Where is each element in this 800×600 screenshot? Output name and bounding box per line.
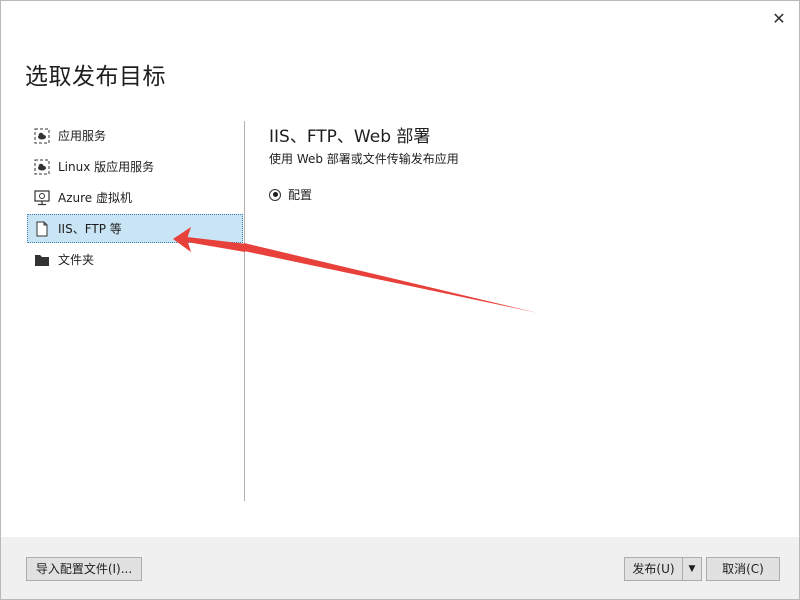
sidebar-item-azure-vm[interactable]: Azure 虚拟机 — [27, 183, 243, 212]
panel-title: IIS、FTP、Web 部署 — [269, 127, 431, 147]
config-radio-option[interactable]: 配置 — [269, 186, 459, 203]
chevron-down-icon[interactable]: ▼ — [683, 558, 701, 580]
app-service-linux-icon — [34, 159, 50, 175]
close-icon: ✕ — [772, 9, 786, 28]
radio-selected-icon[interactable] — [269, 188, 281, 201]
sidebar-item-label: 应用服务 — [58, 129, 107, 143]
publish-button[interactable]: 发布(U) — [625, 558, 683, 580]
publish-split-button[interactable]: 发布(U) ▼ — [624, 557, 702, 581]
sidebar-item-label: Azure 虚拟机 — [58, 191, 132, 205]
details-panel: IIS、FTP、Web 部署 使用 Web 部署或文件传输发布应用 配置 — [269, 122, 459, 203]
panel-divider — [244, 121, 245, 501]
close-button[interactable]: ✕ — [769, 9, 789, 29]
publish-dialog: ✕ 选取发布目标 应用服务 Linux 版应用服务 Azure 虚拟机 IIS、… — [0, 0, 800, 600]
sidebar-item-label: 文件夹 — [58, 253, 95, 267]
config-radio-label: 配置 — [288, 188, 313, 202]
cancel-button[interactable]: 取消(C) — [706, 557, 780, 581]
app-service-icon — [34, 128, 50, 144]
folder-icon — [34, 252, 50, 268]
vm-icon — [34, 189, 50, 206]
sidebar-item-folder[interactable]: 文件夹 — [27, 245, 243, 274]
dialog-title: 选取发布目标 — [25, 64, 166, 90]
sidebar-item-label: IIS、FTP 等 — [58, 222, 122, 236]
dialog-footer: 导入配置文件(I)... 发布(U) ▼ 取消(C) — [1, 537, 799, 599]
panel-subtitle: 使用 Web 部署或文件传输发布应用 — [269, 152, 459, 166]
target-list: 应用服务 Linux 版应用服务 Azure 虚拟机 IIS、FTP 等 文件夹 — [27, 121, 243, 276]
sidebar-item-app-service-linux[interactable]: Linux 版应用服务 — [27, 152, 243, 181]
import-profile-button[interactable]: 导入配置文件(I)... — [26, 557, 142, 581]
sidebar-item-app-service[interactable]: 应用服务 — [27, 121, 243, 150]
sidebar-item-iis-ftp[interactable]: IIS、FTP 等 — [27, 214, 243, 243]
sidebar-item-label: Linux 版应用服务 — [58, 160, 155, 174]
file-icon — [34, 221, 50, 237]
